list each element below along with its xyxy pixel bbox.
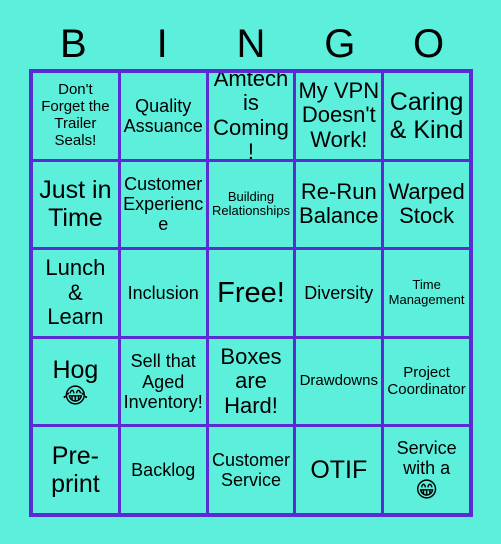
bingo-cell-label: Caring & Kind [389,87,464,144]
bingo-cell[interactable]: Caring & Kind [384,73,469,159]
bingo-cell[interactable]: Building Relationships [208,161,294,248]
bingo-cell-label: Hog [52,355,99,384]
bingo-cell-label: Customer Experience [123,174,204,235]
bingo-cell[interactable]: Amtech is Coming! [208,73,294,159]
bingo-cell-label: Diversity [304,282,374,303]
bingo-cell[interactable]: Pre- print [33,427,118,513]
bingo-header-letter-b: B [60,22,87,66]
bingo-card: B I N G O Don't Forget the Trailer Seals! Qua… [0,0,501,544]
bingo-cell[interactable]: Just in Time [33,161,118,248]
bingo-cell[interactable]: Free! [208,250,294,336]
bingo-cell-emoji-icon: 😁 [415,478,439,504]
bingo-cell-label: Service with a [396,437,457,479]
bingo-cell-emoji-icon: 😂 [62,383,89,409]
bingo-cell-label: Boxes are Hard! [220,343,282,418]
bingo-cell[interactable]: Hog 😂 [33,338,118,425]
bingo-cell[interactable]: Drawdowns [296,338,382,425]
bingo-cell-label: Don't Forget the Trailer Seals! [41,81,110,149]
bingo-cell[interactable]: Backlog [120,427,206,513]
bingo-cell[interactable]: Customer Service [208,427,294,513]
bingo-cell-label: Amtech is Coming! [213,73,289,159]
bingo-header-letter-i: I [156,22,168,66]
bingo-grid: Don't Forget the Trailer Seals! Quality A… [29,69,473,517]
bingo-cell[interactable]: Don't Forget the Trailer Seals! [33,73,118,159]
bingo-cell[interactable]: Sell that Aged Inventory! [120,338,206,425]
bingo-header: BINGO [29,20,473,68]
bingo-header-letter-n: N [236,22,266,66]
bingo-cell-label: Drawdowns [299,372,378,390]
bingo-cell-label: My VPN Doesn't Work! [298,77,380,153]
bingo-cell-label: Time Management [388,277,465,307]
bingo-cell-label: Building Relationships [211,188,291,219]
bingo-cell-label: Warped Stock [388,178,465,229]
bingo-header-letter-o: O [413,22,445,66]
bingo-cell[interactable]: Diversity [296,250,382,336]
bingo-cell-label: Customer Service [211,450,290,491]
bingo-cell[interactable]: Boxes are Hard! [208,338,294,425]
bingo-cell[interactable]: Re-Run Balance [296,161,382,248]
bingo-cell[interactable]: Time Management [384,250,469,336]
bingo-cell-label: Free! [217,276,285,309]
bingo-cell[interactable]: OTIF [296,427,382,513]
bingo-cell-label: Re-Run Balance [299,178,379,229]
bingo-cell[interactable]: Customer Experience [120,161,206,248]
bingo-cell[interactable]: Lunch & Learn [33,250,118,336]
bingo-cell[interactable]: My VPN Doesn't Work! [296,73,382,159]
bingo-cell-label: Just in Time [39,176,112,233]
bingo-cell-label: Lunch & Learn [45,255,106,330]
bingo-header-letter-g: G [324,22,356,66]
bingo-cell[interactable]: Quality Assuance [120,73,206,159]
bingo-cell[interactable]: Project Coordinator [384,338,469,425]
bingo-cell[interactable]: Warped Stock [384,161,469,248]
bingo-cell-label: Project Coordinator [387,363,466,398]
bingo-cell-label: Quality Assuance [123,95,203,136]
bingo-cell-label: Sell that Aged Inventory! [123,351,203,412]
bingo-cell[interactable]: Service with a 😁 [384,427,469,513]
bingo-cell-label: Inclusion [127,282,199,303]
bingo-cell-label: Backlog [131,460,196,481]
bingo-cell-label: Pre- print [51,442,100,499]
bingo-cell[interactable]: Inclusion [120,250,206,336]
bingo-cell-label: OTIF [310,456,368,485]
